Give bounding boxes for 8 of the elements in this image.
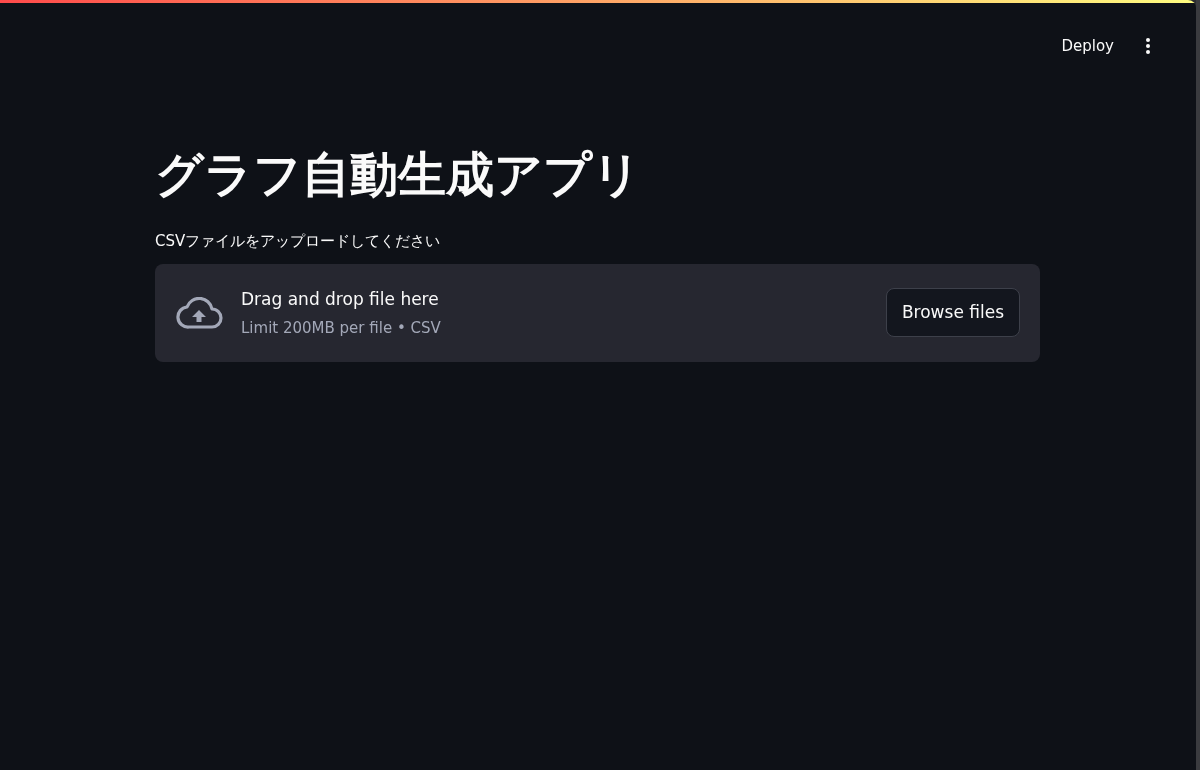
deploy-button[interactable]: Deploy: [1053, 30, 1122, 62]
file-dropzone[interactable]: Drag and drop file here Limit 200MB per file • CSV Browse files: [155, 263, 1040, 362]
browse-files-button[interactable]: Browse files: [885, 288, 1020, 338]
cloud-upload-icon: [175, 296, 223, 329]
file-limit-note: Limit 200MB per file • CSV: [241, 317, 441, 338]
dropzone-instructions: Drag and drop file here: [241, 287, 440, 310]
uploader-label: CSVファイルをアップロードしてください: [155, 230, 442, 251]
page-title: グラフ自動生成アプリ: [155, 146, 642, 204]
